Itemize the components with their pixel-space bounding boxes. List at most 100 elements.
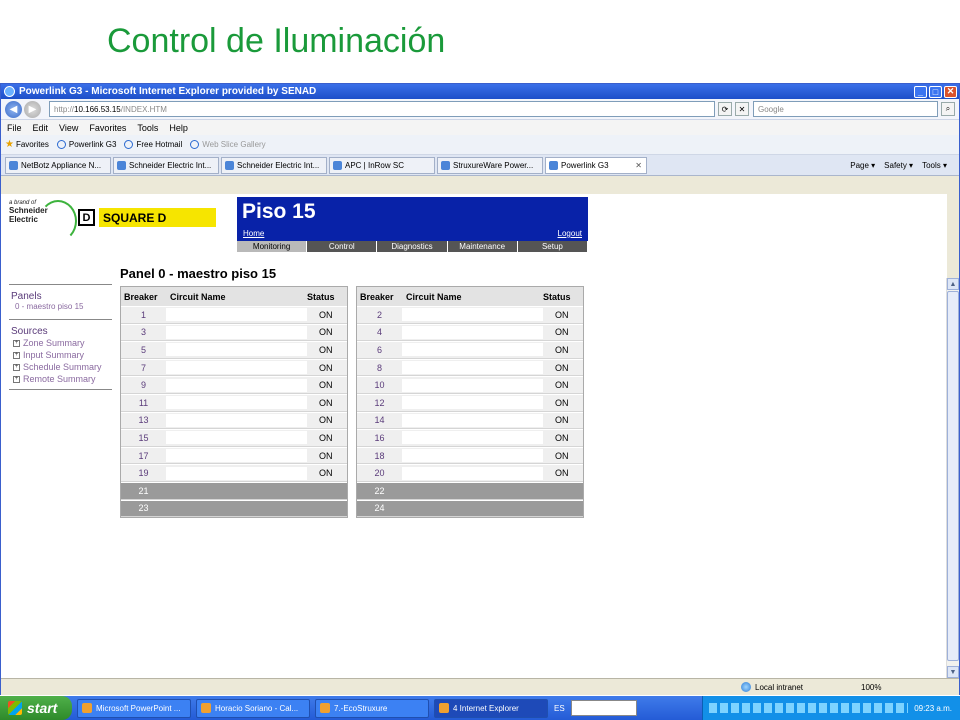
vertical-scrollbar[interactable]: ▲ ▼ xyxy=(946,278,959,678)
sources-link[interactable]: Sources xyxy=(11,326,112,337)
table-row[interactable]: 19 ON xyxy=(121,464,347,482)
table-row[interactable]: 22 xyxy=(357,481,583,500)
tab-diagnostics[interactable]: Diagnostics xyxy=(377,241,448,252)
maximize-button[interactable]: □ xyxy=(929,85,942,98)
search-input[interactable]: Google xyxy=(753,101,938,117)
breaker-number[interactable]: 11 xyxy=(121,398,166,408)
table-row[interactable]: 16 ON xyxy=(357,429,583,447)
breaker-number[interactable]: 7 xyxy=(121,363,166,373)
breaker-number[interactable]: 13 xyxy=(121,415,166,425)
forward-button[interactable]: ▶ xyxy=(24,100,41,118)
breaker-number[interactable]: 19 xyxy=(121,468,166,478)
expand-icon[interactable]: + xyxy=(13,339,20,347)
table-row[interactable]: 21 xyxy=(121,481,347,500)
table-row[interactable]: 18 ON xyxy=(357,446,583,465)
expand-icon[interactable]: + xyxy=(13,351,20,359)
breaker-number[interactable]: 8 xyxy=(357,363,402,373)
table-row[interactable]: 13 ON xyxy=(121,411,347,430)
table-row[interactable]: 4 ON xyxy=(357,323,583,342)
breaker-number[interactable]: 1 xyxy=(121,310,166,320)
fav-hotmail[interactable]: Free Hotmail xyxy=(124,140,182,149)
tools-menu[interactable]: Tools ▾ xyxy=(922,161,947,170)
breaker-number[interactable]: 5 xyxy=(121,345,166,355)
stop-icon[interactable]: ✕ xyxy=(735,102,749,116)
breaker-number[interactable]: 4 xyxy=(357,327,402,337)
tab-control[interactable]: Control xyxy=(307,241,378,252)
zone-summary-link[interactable]: + Zone Summary xyxy=(13,337,112,349)
table-row[interactable]: 7 ON xyxy=(121,358,347,377)
breaker-number[interactable]: 10 xyxy=(357,380,402,390)
taskbar-search-input[interactable] xyxy=(570,700,637,716)
table-row[interactable]: 9 ON xyxy=(121,376,347,394)
breaker-number[interactable]: 14 xyxy=(357,415,402,425)
scroll-thumb[interactable] xyxy=(947,291,959,661)
table-row[interactable]: 6 ON xyxy=(357,341,583,359)
fav-powerlink[interactable]: Powerlink G3 xyxy=(56,140,116,149)
panel-item-link[interactable]: 0 - maestro piso 15 xyxy=(15,302,112,311)
breaker-number[interactable]: 15 xyxy=(121,433,166,443)
task-internet-explorer[interactable]: 4 Internet Explorer xyxy=(434,698,548,718)
table-row[interactable]: 11 ON xyxy=(121,393,347,412)
breaker-number[interactable]: 22 xyxy=(357,486,402,496)
breaker-number[interactable]: 21 xyxy=(121,486,166,496)
breaker-number[interactable]: 20 xyxy=(357,468,402,478)
menu-view[interactable]: View xyxy=(59,123,78,133)
safety-menu[interactable]: Safety ▾ xyxy=(884,161,913,170)
table-row[interactable]: 10 ON xyxy=(357,376,583,394)
task-calendar[interactable]: Horacio Soriano - Cal... xyxy=(196,698,310,718)
table-row[interactable]: 20 ON xyxy=(357,464,583,482)
table-row[interactable]: 8 ON xyxy=(357,358,583,377)
tab-schneider-1[interactable]: Schneider Electric Int... xyxy=(113,156,219,174)
breaker-number[interactable]: 17 xyxy=(121,451,166,461)
table-row[interactable]: 14 ON xyxy=(357,411,583,430)
table-row[interactable]: 5 ON xyxy=(121,341,347,359)
language-indicator[interactable]: ES xyxy=(554,704,565,713)
breaker-number[interactable]: 23 xyxy=(121,503,166,513)
table-row[interactable]: 24 xyxy=(357,499,583,518)
back-button[interactable]: ◀ xyxy=(5,100,22,118)
breaker-number[interactable]: 24 xyxy=(357,503,402,513)
close-button[interactable]: ✕ xyxy=(944,85,957,98)
task-folder[interactable]: 7.-EcoStruxure xyxy=(315,698,429,718)
table-row[interactable]: 23 xyxy=(121,499,347,518)
menu-file[interactable]: File xyxy=(7,123,22,133)
tray-icons[interactable] xyxy=(709,703,909,713)
breaker-number[interactable]: 16 xyxy=(357,433,402,443)
menu-help[interactable]: Help xyxy=(169,123,188,133)
tab-struxureware[interactable]: StruxureWare Power... xyxy=(437,156,543,174)
task-powerpoint[interactable]: Microsoft PowerPoint ... xyxy=(77,698,191,718)
close-tab-icon[interactable]: ✕ xyxy=(635,161,642,170)
fav-web-slice[interactable]: Web Slice Gallery xyxy=(190,140,266,149)
breaker-number[interactable]: 2 xyxy=(357,310,402,320)
input-summary-link[interactable]: + Input Summary xyxy=(13,349,112,361)
breaker-number[interactable]: 18 xyxy=(357,451,402,461)
scroll-up-icon[interactable]: ▲ xyxy=(947,278,959,290)
scroll-down-icon[interactable]: ▼ xyxy=(947,666,959,678)
table-row[interactable]: 17 ON xyxy=(121,446,347,465)
expand-icon[interactable]: + xyxy=(13,363,20,371)
start-button[interactable]: start xyxy=(0,696,72,720)
breaker-number[interactable]: 12 xyxy=(357,398,402,408)
table-row[interactable]: 1 ON xyxy=(121,306,347,324)
tab-schneider-2[interactable]: Schneider Electric Int... xyxy=(221,156,327,174)
tab-maintenance[interactable]: Maintenance xyxy=(447,241,518,252)
tab-netbotz[interactable]: NetBotz Appliance N... xyxy=(5,156,111,174)
table-row[interactable]: 3 ON xyxy=(121,323,347,342)
table-row[interactable]: 2 ON xyxy=(357,306,583,324)
tab-monitoring[interactable]: Monitoring xyxy=(237,241,308,252)
tab-setup[interactable]: Setup xyxy=(517,241,589,252)
menu-tools[interactable]: Tools xyxy=(137,123,158,133)
url-input[interactable]: http:// 10.166.53.15 /INDEX.HTM xyxy=(49,101,715,117)
table-row[interactable]: 15 ON xyxy=(121,429,347,447)
panels-link[interactable]: Panels xyxy=(11,291,112,302)
menu-edit[interactable]: Edit xyxy=(33,123,49,133)
schedule-summary-link[interactable]: + Schedule Summary xyxy=(13,361,112,373)
breaker-number[interactable]: 9 xyxy=(121,380,166,390)
table-row[interactable]: 12 ON xyxy=(357,393,583,412)
minimize-button[interactable]: _ xyxy=(914,85,927,98)
tab-powerlink[interactable]: Powerlink G3 ✕ xyxy=(545,156,647,174)
page-menu[interactable]: Page ▾ xyxy=(850,161,875,170)
favorites-button[interactable]: ★ Favorites xyxy=(5,139,49,150)
remote-summary-link[interactable]: + Remote Summary xyxy=(13,373,112,385)
refresh-icon[interactable]: ⟳ xyxy=(718,102,732,116)
